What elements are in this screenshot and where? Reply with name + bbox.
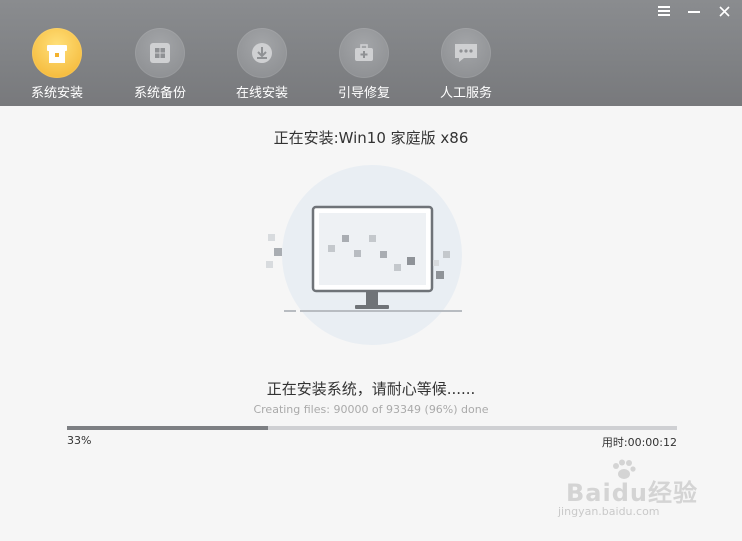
nav-label: 系统备份 [133, 86, 186, 101]
main-nav: 系统安装 系统备份 在线安装 引导修复 人工服务 [0, 28, 517, 106]
monitor-illustration [262, 163, 482, 348]
minimize-icon[interactable] [686, 3, 702, 19]
nav-item-boot-repair[interactable]: 引导修复 [313, 28, 415, 106]
close-icon[interactable] [716, 3, 732, 19]
elapsed-time: 用时:00:00:12 [601, 436, 677, 449]
install-title: 正在安装:Win10 家庭版 x86 [273, 129, 469, 147]
nav-item-online-install[interactable]: 在线安装 [211, 28, 313, 106]
windows-backup-icon [135, 28, 185, 78]
nav-label: 引导修复 [337, 86, 390, 101]
install-detail: Creating files: 90000 of 93349 (96%) don… [253, 403, 489, 416]
install-progress-fill [67, 426, 269, 430]
install-status: 正在安装系统，请耐心等候...... [266, 380, 476, 398]
toolbox-icon [339, 28, 389, 78]
chat-bubble-icon [441, 28, 491, 78]
top-toolbar: 系统安装 系统备份 在线安装 引导修复 人工服务 [0, 0, 742, 106]
nav-item-system-install[interactable]: 系统安装 [5, 28, 109, 106]
nav-label: 系统安装 [30, 86, 83, 101]
window-controls [656, 3, 732, 19]
download-icon [237, 28, 287, 78]
install-progress-bar [67, 426, 677, 430]
nav-item-manual-service[interactable]: 人工服务 [415, 28, 517, 106]
install-box-icon [32, 28, 82, 78]
nav-label: 在线安装 [235, 86, 288, 101]
installer-window: 系统安装 系统备份 在线安装 引导修复 人工服务 正在安装:Win10 家庭版 … [0, 0, 742, 541]
nav-label: 人工服务 [439, 86, 492, 101]
nav-item-system-backup[interactable]: 系统备份 [109, 28, 211, 106]
menu-icon[interactable] [656, 3, 672, 19]
watermark-url: jingyan.baidu.com [558, 505, 660, 518]
baidu-jingyan-watermark: Baidu经验 jingyan.baidu.com [556, 459, 706, 525]
progress-percent: 33% [67, 434, 92, 447]
watermark-brand: Baidu经验 [566, 479, 698, 507]
